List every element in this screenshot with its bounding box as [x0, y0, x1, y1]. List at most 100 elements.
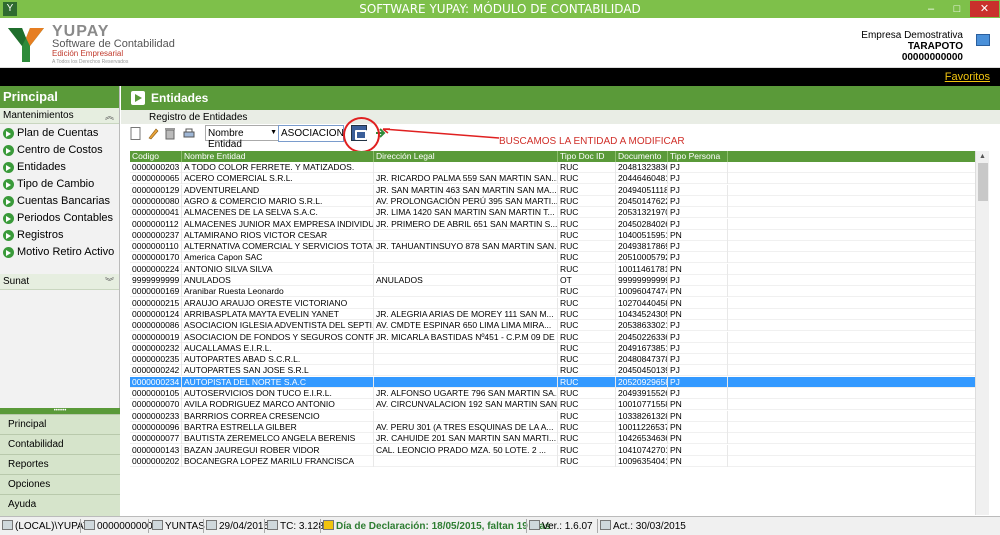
table-row[interactable]: 9999999999 ANULADOS ANULADOS OT 99999999999 P…	[130, 275, 975, 286]
table-row[interactable]: 0000000232 AUCALLAMAS E.I.R.L. RUC 20491673…	[130, 342, 975, 354]
table-row[interactable]: 0000000203 A TODO COLOR FERRETE. Y MATIZA…	[130, 162, 975, 173]
nav-button-principal[interactable]: Principal	[0, 414, 120, 434]
table-row[interactable]: 0000000202 BOCANEGRA LOPEZ MARILU FRANCIS…	[130, 455, 975, 467]
close-button[interactable]: ✕	[970, 1, 999, 17]
company-city: TARAPOTO	[907, 41, 963, 52]
table-cell: PJ	[668, 173, 728, 185]
table-cell: PJ	[668, 275, 728, 286]
table-row[interactable]: 0000000237 ALTAMIRANO RIOS VICTOR CESAR RU…	[130, 229, 975, 241]
entities-table: Codigo Nombre Entidad Dirección Legal Ti…	[130, 151, 975, 515]
section-label: Mantenimientos	[3, 110, 74, 121]
annotation-text: BUSCAMOS LA ENTIDAD A MODIFICAR	[499, 136, 685, 147]
table-row[interactable]: 0000000080 AGRO & COMERCIO MARIO S.R.L. AV…	[130, 195, 975, 207]
sidebar-item-plan-de-cuentas[interactable]: Plan de Cuentas	[0, 124, 119, 141]
column-header[interactable]: Documento	[616, 151, 668, 162]
nav-button-reportes[interactable]: Reportes	[0, 454, 120, 474]
table-cell: RUC	[558, 218, 616, 230]
table-row[interactable]: 0000000086 ASOCIACION IGLESIA ADVENTISTA …	[130, 320, 975, 332]
status-user-text: YUNTAS	[165, 521, 205, 532]
table-row[interactable]: 0000000129 ADVENTURELAND JR. SAN MARTIN 46…	[130, 184, 975, 196]
divider	[148, 519, 149, 533]
table-cell	[374, 455, 558, 467]
sidebar-item-motivo-retiro-activo[interactable]: Motivo Retiro Activo	[0, 243, 119, 260]
table-row[interactable]: 0000000110 ALTERNATIVA COMERCIAL Y SERVIC…	[130, 241, 975, 253]
table-row[interactable]: 0000000234 AUTOPISTA DEL NORTE S.A.C RUC 20…	[130, 376, 975, 388]
status-updated-text: Act.: 30/03/2015	[613, 521, 686, 532]
table-row[interactable]: 0000000242 AUTOPARTES SAN JOSE S.R.L RUC 20…	[130, 365, 975, 377]
status-bar: (LOCAL)\YUPAY 00000000000 YUNTAS 29/04/2…	[0, 516, 1000, 535]
table-cell: America Capon SAC	[182, 252, 374, 264]
sidebar-item-periodos-contables[interactable]: Periodos Contables	[0, 209, 119, 226]
minimize-button[interactable]: –	[918, 1, 944, 17]
maximize-button[interactable]: □	[944, 1, 970, 17]
table-row[interactable]: 0000000224 ANTONIO SILVA SILVA RUC 10011461…	[130, 263, 975, 275]
nav-button-contabilidad[interactable]: Contabilidad	[0, 434, 120, 454]
table-row[interactable]: 0000000077 BAUTISTA ZEREMELCO ANGELA BERE…	[130, 433, 975, 445]
table-cell: A TODO COLOR FERRETE. Y MATIZADOS.	[182, 162, 374, 173]
filter-field-select[interactable]: Nombre Entidad ▼	[205, 125, 280, 150]
table-row[interactable]: 0000000235 AUTOPARTES ABAD S.C.R.L. RUC 204…	[130, 354, 975, 366]
table-cell: 0000000041	[130, 207, 182, 219]
table-cell: PN	[668, 433, 728, 445]
table-row[interactable]: 0000000096 BARTRA ESTRELLA GILBER AV. PERU…	[130, 421, 975, 433]
company-settings-icon[interactable]	[976, 34, 990, 46]
arrow-circle-icon	[3, 178, 14, 190]
building-icon	[84, 520, 95, 530]
column-header[interactable]: Dirección Legal	[374, 151, 558, 162]
sidebar-item-cuentas-bancarias[interactable]: Cuentas Bancarias	[0, 192, 119, 209]
sidebar-item-entidades[interactable]: Entidades	[0, 158, 119, 175]
table-row[interactable]: 0000000105 AUTOSERVICIOS DON TUCO E.I.R.L…	[130, 388, 975, 399]
nav-button-ayuda[interactable]: Ayuda	[0, 494, 120, 516]
collapse-chevron-icon[interactable]: ︽	[105, 109, 114, 122]
nav-button-opciones[interactable]: Opciones	[0, 474, 120, 494]
table-row[interactable]: 0000000070 AVILA RODRIGUEZ MARCO ANTONIO A…	[130, 399, 975, 411]
table-row[interactable]: 0000000169 Aranibar Ruesta Leonardo RUC 100…	[130, 286, 975, 298]
table-row[interactable]: 0000000112 ALMACENES JUNIOR MAX EMPRESA I…	[130, 218, 975, 230]
scroll-up-icon[interactable]: ▲	[979, 153, 986, 160]
sidebar-section-mantenimientos[interactable]: Mantenimientos ︽	[0, 108, 119, 124]
table-row[interactable]: 0000000019 ASOCIACION DE FONDOS Y SEGUROS…	[130, 331, 975, 343]
table-row[interactable]: 0000000215 ARAUJO ARAUJO ORESTE VICTORIAN…	[130, 297, 975, 309]
table-row[interactable]: 0000000233 BARRRIOS CORREA CRESENCIO RUC 10…	[130, 410, 975, 422]
scroll-thumb[interactable]	[978, 163, 988, 201]
table-row[interactable]: 0000000065 ACERO COMERCIAL S.R.L. JR. RICA…	[130, 173, 975, 185]
table-scrollbar[interactable]: ▲	[975, 151, 989, 515]
sidebar-item-label: Motivo Retiro Activo	[17, 246, 115, 258]
search-input[interactable]: ASOCIACION	[278, 125, 344, 142]
window-title: SOFTWARE YUPAY: MÓDULO DE CONTABILIDAD	[359, 2, 641, 16]
table-cell: RUC	[558, 410, 616, 422]
column-header[interactable]: Codigo	[130, 151, 182, 162]
table-cell: 0000000124	[130, 308, 182, 320]
table-cell: PN	[668, 297, 728, 309]
table-cell: 20491673851	[618, 342, 668, 354]
table-cell: RUC	[558, 184, 616, 196]
table-cell: PN	[668, 455, 728, 467]
table-cell: AV. CIRCUNVALACION 192 SAN MARTIN SAN...	[376, 399, 558, 411]
trash-icon[interactable]	[164, 127, 176, 140]
sidebar-item-tipo-de-cambio[interactable]: Tipo de Cambio	[0, 175, 119, 192]
table-cell: 0000000019	[130, 331, 182, 343]
print-icon[interactable]	[183, 127, 195, 140]
sidebar-item-centro-de-costos[interactable]: Centro de Costos	[0, 141, 119, 158]
column-header[interactable]: Nombre Entidad	[182, 151, 374, 162]
table-cell: 10434524305	[618, 308, 668, 320]
table-row[interactable]: 0000000143 BAZAN JAUREGUI ROBER VIDOR CAL.…	[130, 444, 975, 456]
column-header[interactable]: Tipo Persona	[668, 151, 728, 162]
table-row[interactable]: 0000000124 ARRIBASPLATA MAYTA EVELIN YANE…	[130, 308, 975, 320]
table-row[interactable]: 0000000170 America Capon SAC RUC 2051000579…	[130, 252, 975, 264]
favorites-link[interactable]: Favoritos	[945, 71, 990, 83]
new-document-icon[interactable]	[130, 127, 142, 140]
expand-chevron-icon[interactable]: ︾	[105, 275, 114, 288]
table-row[interactable]: 0000000041 ALMACENES DE LA SELVA S.A.C. JR…	[130, 207, 975, 219]
status-ruc-text: 00000000000	[97, 521, 159, 532]
table-cell: 10400515951	[618, 229, 668, 241]
sidebar-item-registros[interactable]: Registros	[0, 226, 119, 243]
table-cell: ALTAMIRANO RIOS VICTOR CESAR	[182, 229, 374, 241]
status-user: YUNTAS	[152, 520, 205, 532]
sidebar-section-sunat[interactable]: Sunat ︾	[0, 274, 119, 290]
edit-pencil-icon[interactable]	[147, 127, 159, 140]
table-cell: 20494051118	[618, 184, 668, 196]
column-header[interactable]: Tipo Doc ID	[558, 151, 616, 162]
table-cell: 20450450139	[618, 365, 668, 377]
table-cell: RUC	[558, 455, 616, 467]
